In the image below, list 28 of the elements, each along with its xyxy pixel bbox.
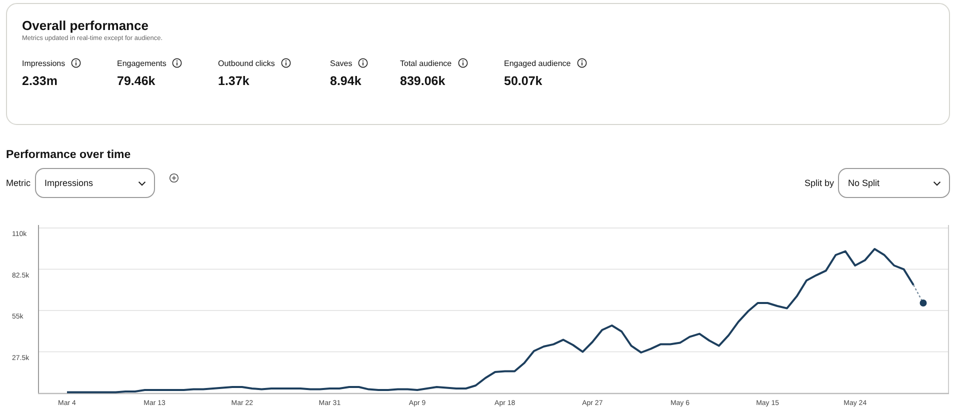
chevron-down-icon xyxy=(138,180,146,186)
info-icon[interactable] xyxy=(172,58,182,68)
info-icon[interactable] xyxy=(358,58,368,68)
metric-value: 79.46k xyxy=(117,74,156,88)
metric-label: Engaged audience xyxy=(504,58,571,68)
section-title: Performance over time xyxy=(6,149,132,161)
metric-label: Metric xyxy=(6,178,30,188)
metric-value: 8.94k xyxy=(330,74,362,88)
metric-label: Outbound clicks xyxy=(218,58,275,68)
metric-value: 1.37k xyxy=(218,74,250,88)
info-icon[interactable] xyxy=(458,58,468,68)
metric-value: 2.33m xyxy=(22,74,58,88)
card-title: Overall performance xyxy=(22,18,150,33)
metric-value: 50.07k xyxy=(504,74,544,88)
info-icon[interactable] xyxy=(576,58,587,68)
metric-label: Impressions xyxy=(22,58,66,68)
metric-dropdown[interactable]: Impressions xyxy=(34,168,154,198)
data-point xyxy=(920,300,927,306)
info-icon[interactable] xyxy=(71,58,82,68)
chevron-down-icon xyxy=(933,180,941,186)
metric-label: Total audience xyxy=(400,58,452,68)
split-dropdown[interactable]: No Split xyxy=(838,168,950,198)
split-label: Split by xyxy=(804,178,834,188)
metric-value: 839.06k xyxy=(400,74,446,88)
metric-label: Engagements xyxy=(117,58,166,68)
add-icon[interactable] xyxy=(168,173,178,183)
info-icon[interactable] xyxy=(280,58,291,68)
metric-label: Saves xyxy=(330,58,352,68)
